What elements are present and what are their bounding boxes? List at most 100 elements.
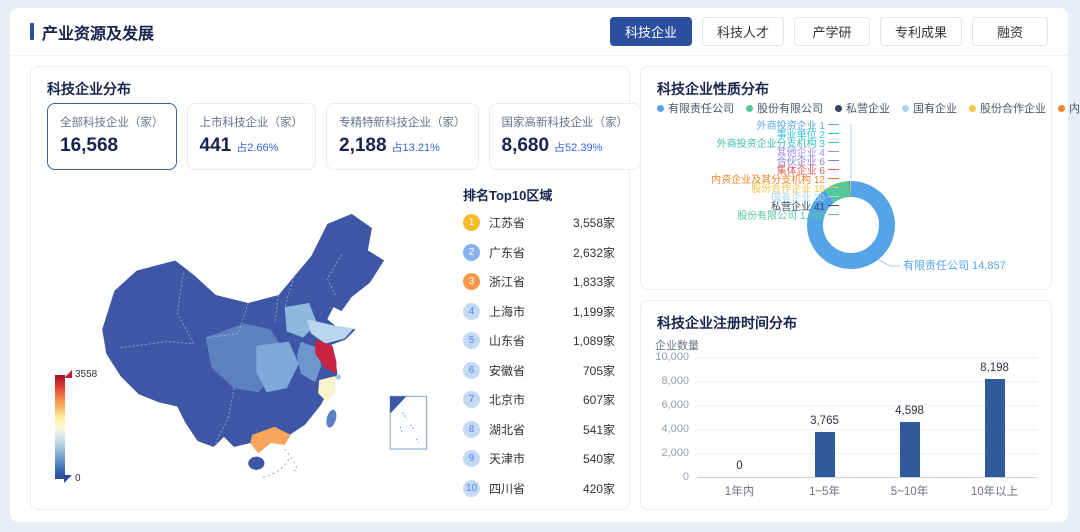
rank-region-name: 安徽省: [489, 362, 525, 379]
stat-value: 16,568: [60, 135, 118, 156]
bar-xtick-label: 5~10年: [868, 483, 952, 499]
rank-region-value: 1,833家: [573, 273, 615, 290]
rank-region-name: 江苏省: [489, 214, 525, 231]
header-tabs: 科技企业科技人才产学研专利成果融资: [610, 17, 1048, 46]
donut-callout-line: [828, 214, 839, 215]
rank-badge-icon: 1: [463, 214, 480, 231]
ranking-item[interactable]: 5 山东省 1,089家: [463, 326, 615, 356]
rank-badge-icon: 2: [463, 244, 480, 261]
page-header: 产业资源及发展 科技企业科技人才产学研专利成果融资: [10, 8, 1068, 56]
rank-region-name: 湖北省: [489, 421, 525, 438]
ranking-list: 1 江苏省 3,558家 2 广东省 2,632家 3 浙江省 1,833家 4上海市1,199家…: [463, 208, 615, 503]
legend-label: 内: [1069, 100, 1080, 116]
main-callout-line: [877, 259, 900, 266]
tab-专利成果[interactable]: 专利成果: [880, 17, 962, 46]
rank-region-name: 广东省: [489, 244, 525, 261]
bar-1~5年[interactable]: [815, 432, 835, 477]
rank-region-value: 3,558家: [573, 214, 615, 231]
stat-card[interactable]: 全部科技企业（家）16,568: [47, 103, 177, 170]
tab-产学研[interactable]: 产学研: [794, 17, 870, 46]
south-sea-islands: [262, 449, 296, 477]
bar-ytick-label: 10,000: [641, 351, 689, 363]
ranking-item[interactable]: 1 江苏省 3,558家: [463, 208, 615, 238]
stat-pct: 占52.39%: [554, 142, 602, 154]
stat-card[interactable]: 专精特新科技企业（家）2,188占13.21%: [326, 103, 479, 170]
bar-value-label: 0: [710, 460, 770, 472]
legend-min-value: 0: [75, 473, 81, 484]
stat-value: 8,680: [502, 135, 550, 156]
rank-badge-icon: 9: [463, 450, 480, 467]
rank-region-value: 1,199家: [573, 303, 615, 320]
distribution-panel-title: 科技企业分布: [47, 79, 131, 99]
donut-callout-line: [828, 205, 839, 206]
donut-callout-label: 股份有限公司 1,590: [737, 207, 825, 222]
stat-card[interactable]: 上市科技企业（家）441占2.66%: [187, 103, 317, 170]
donut-callout-line: [828, 142, 839, 143]
rank-region-value: 540家: [583, 450, 615, 467]
stats-row: 全部科技企业（家）16,568上市科技企业（家）441占2.66%专精特新科技企…: [47, 103, 613, 170]
legend-min-marker: [64, 475, 72, 483]
rank-region-value: 2,632家: [573, 244, 615, 261]
ranking-item[interactable]: 6 安徽省 705家: [463, 356, 615, 386]
donut-main-callout: 有限责任公司 14,857: [903, 257, 1006, 273]
stat-pct: 占13.21%: [392, 142, 440, 154]
bar-gridline: [697, 357, 1037, 358]
rank-region-value: 541家: [583, 421, 615, 438]
china-map-wrap: [86, 193, 451, 478]
bar-ytick-label: 6,000: [641, 399, 689, 411]
ranking-item[interactable]: 2 广东省 2,632家: [463, 238, 615, 268]
main-card: 产业资源及发展 科技企业科技人才产学研专利成果融资 科技企业分布 全部科技企业（…: [10, 8, 1068, 522]
time-panel-title: 科技企业注册时间分布: [657, 313, 797, 333]
donut-callout-line: [828, 187, 839, 188]
bar-xtick-label: 10年以上: [953, 483, 1037, 499]
map-region-taiwan[interactable]: [325, 409, 339, 429]
bar-value-label: 3,765: [795, 415, 855, 427]
donut-callout-line: [828, 196, 839, 197]
donut-callouts: 外商投资企业 1事业单位 2外商投资企业分支机构 3其他企业 4合伙企业 6集体…: [641, 120, 839, 219]
ranking-item[interactable]: 8 湖北省 541家: [463, 415, 615, 445]
ranking-item[interactable]: 10四川省420家: [463, 474, 615, 504]
page-title-group: 产业资源及发展: [30, 20, 154, 44]
bar-10年以上[interactable]: [985, 379, 1005, 477]
rank-badge-icon: 10: [463, 480, 480, 497]
bar-ytick-label: 8,000: [641, 375, 689, 387]
rank-region-name: 四川省: [489, 480, 525, 497]
tab-科技人才[interactable]: 科技人才: [702, 17, 784, 46]
stat-label: 国家高新科技企业（家）: [502, 114, 629, 130]
china-map[interactable]: [86, 193, 451, 478]
rank-badge-icon: 5: [463, 332, 480, 349]
rank-region-name: 浙江省: [489, 273, 525, 290]
bar-ytick-label: 2,000: [641, 447, 689, 459]
rank-badge-icon: 3: [463, 273, 480, 290]
map-gradient-legend: [55, 375, 65, 479]
rank-region-name: 山东省: [489, 332, 525, 349]
map-region-hainan[interactable]: [248, 457, 264, 470]
panel-nature: 科技企业性质分布 有限责任公司股份有限公司私营企业国有企业股份合作企业内 ◀ 1…: [640, 66, 1052, 290]
bar-x-axis-line: [697, 477, 1037, 478]
ranking-item[interactable]: 3 浙江省 1,833家: [463, 267, 615, 297]
map-region-shanghai[interactable]: [336, 375, 341, 380]
bar-5~10年[interactable]: [900, 422, 920, 477]
rank-badge-icon: 8: [463, 421, 480, 438]
rank-region-value: 705家: [583, 362, 615, 379]
stat-label: 上市科技企业（家）: [200, 114, 304, 130]
bar-value-label: 4,598: [880, 405, 940, 417]
donut-callout-line: [828, 178, 839, 179]
donut-callout-line: [828, 133, 839, 134]
rank-badge-icon: 6: [463, 362, 480, 379]
rank-region-value: 1,089家: [573, 332, 615, 349]
ranking-item[interactable]: 4上海市1,199家: [463, 297, 615, 327]
bar-ytick-label: 0: [641, 471, 689, 483]
ranking-item[interactable]: 9 天津市 540家: [463, 444, 615, 474]
tab-融资[interactable]: 融资: [972, 17, 1048, 46]
bar-xtick-label: 1~5年: [783, 483, 867, 499]
stat-card[interactable]: 国家高新科技企业（家） 8,680 占52.39%: [489, 103, 642, 170]
rank-region-name: 天津市: [489, 450, 525, 467]
ranking-item[interactable]: 7北京市607家: [463, 385, 615, 415]
stat-value: 2,188: [339, 135, 387, 156]
legend-item[interactable]: 内: [1058, 100, 1080, 116]
bar-xtick-label: 1年内: [698, 483, 782, 499]
page-title: 产业资源及发展: [42, 20, 154, 44]
tab-科技企业[interactable]: 科技企业: [610, 17, 692, 46]
legend-max-marker: [64, 370, 72, 378]
